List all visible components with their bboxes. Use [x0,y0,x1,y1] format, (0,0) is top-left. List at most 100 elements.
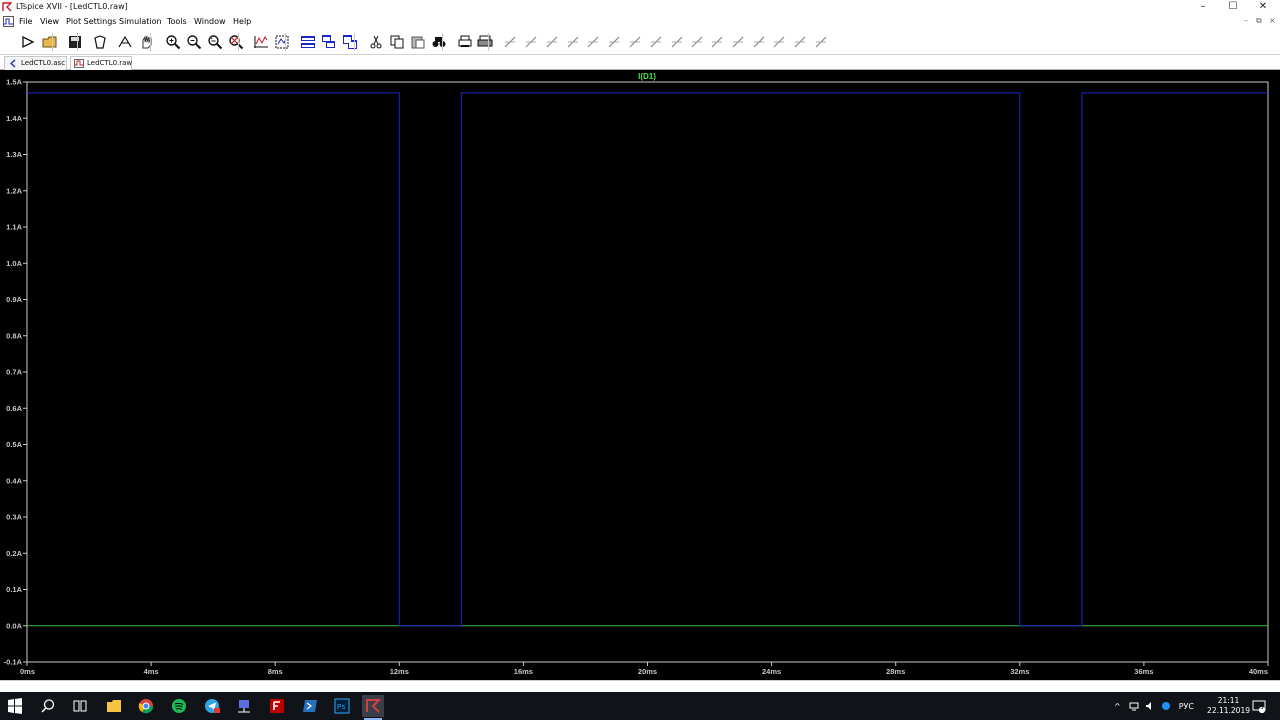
cascade-icon [275,35,289,49]
mirror-button[interactable] [769,32,789,52]
action-center-icon[interactable]: 5 [1252,698,1268,714]
ground-button[interactable] [521,32,541,52]
menu-file[interactable]: File [19,17,32,26]
menu-window[interactable]: Window [194,17,226,26]
tile-vertical-button[interactable] [319,32,339,52]
x-tick-label: 0ms [20,667,35,676]
x-tick-label: 8ms [268,667,283,676]
print-preview-button[interactable] [455,32,475,52]
pan-hand-button[interactable] [137,32,157,52]
print-button[interactable] [475,32,495,52]
taskbar-powershell[interactable] [299,695,321,717]
wire-button[interactable] [500,32,520,52]
autorange-button[interactable] [251,32,271,52]
clock[interactable]: 21:11 22.11.2019 [1207,696,1250,716]
filezilla-icon [270,699,284,713]
x-tick-label: 28ms [886,667,905,676]
minimize-button[interactable]: – [1188,0,1218,15]
language-indicator[interactable]: РУС [1179,702,1194,711]
run-button[interactable] [18,32,38,52]
toolbar-separator [150,33,151,51]
taskbar-task-view[interactable] [69,695,91,717]
mdi-close-button[interactable]: × [1269,16,1276,25]
y-tick-label: 0.6A [6,404,22,413]
drag-button[interactable] [687,32,707,52]
y-tick-label: 0.8A [6,331,22,340]
maximize-button[interactable]: ☐ [1218,0,1248,15]
menu-view[interactable]: View [40,17,59,26]
mdi-restore-button[interactable]: ⧉ [1256,16,1262,26]
inductor-icon [608,36,620,48]
x-tick-label: 40ms [1249,667,1268,676]
find-button[interactable] [429,32,449,52]
diode-button[interactable] [625,32,645,52]
photoshop-icon: Ps [334,698,350,714]
taskbar-photoshop[interactable]: Ps [331,695,353,717]
onedrive-icon[interactable] [1161,701,1171,711]
copy-button[interactable] [387,32,407,52]
volume-icon[interactable] [1145,701,1155,711]
text-button[interactable] [790,32,810,52]
taskbar-file-explorer[interactable] [103,695,125,717]
taskbar-start[interactable] [4,695,26,717]
move-icon [671,36,683,48]
window-title: LTspice XVII - [LedCTL0.raw] [16,2,128,11]
taskbar-ltspice[interactable] [362,695,384,720]
y-tick-label: 0.4A [6,476,22,485]
find-icon [432,37,446,47]
y-tick-label: -0.1A [4,658,23,667]
label-net-button[interactable] [542,32,562,52]
taskbar-network-app[interactable] [233,695,255,717]
component-button[interactable] [646,32,666,52]
trace-i-d1[interactable] [27,92,1268,627]
save-button[interactable] [65,32,85,52]
spice-directive-button[interactable] [811,32,831,52]
menu-help[interactable]: Help [233,17,251,26]
copy-icon [390,35,404,49]
waveform-chart[interactable]: I(D1) 1.5A 1.4A 1.3A 1.2A 1.1A 1.0A 0.9A 0.8A 0.… [0,70,1280,680]
mdi-minimize-button[interactable]: – [1244,16,1248,25]
trace-label-i-d1[interactable]: I(D1) [638,72,656,81]
tab-ledctl0-raw[interactable]: LedCTL0.raw [70,56,132,70]
cascade-button[interactable] [272,32,292,52]
x-tick-label: 20ms [638,667,657,676]
cut-button[interactable] [366,32,386,52]
tile-horizontal-button[interactable] [298,32,318,52]
zoom-back-button[interactable] [205,32,225,52]
zoom-in-button[interactable] [163,32,183,52]
redo-button[interactable] [728,32,748,52]
control-panel-button[interactable] [90,32,110,52]
taskbar-filezilla[interactable] [266,695,288,717]
taskbar-telegram[interactable] [201,695,223,717]
toolbar-separator [238,33,239,51]
inductor-button[interactable] [604,32,624,52]
clock-time: 21:11 [1217,696,1240,705]
tray-chevron-icon[interactable]: ^ [1114,702,1121,711]
zoom-fit-button[interactable] [226,32,246,52]
menu-tools[interactable]: Tools [167,17,187,26]
rotate-button[interactable] [749,32,769,52]
toolbar-separator [354,33,355,51]
taskbar-spotify[interactable] [168,695,190,717]
zoom-out-button[interactable] [184,32,204,52]
waveform-plot-pane[interactable]: I(D1) 1.5A 1.4A 1.3A 1.2A 1.1A 1.0A 0.9A 0.8A 0.… [0,70,1280,680]
close-window-button[interactable] [340,32,360,52]
capacitor-icon [587,36,599,48]
powershell-icon [303,700,317,712]
windows-taskbar: ^ РУС 21:11 22.11.2019 5 Ps [0,692,1280,720]
open-button[interactable] [40,32,60,52]
network-icon[interactable] [1129,701,1139,711]
capacitor-button[interactable] [583,32,603,52]
halt-button[interactable] [115,32,135,52]
tab-ledctl0-asc[interactable]: LedCTL0.asc [4,56,67,70]
menu-simulation[interactable]: Simulation [119,17,162,26]
menu-plot-settings[interactable]: Plot Settings [66,17,116,26]
move-button[interactable] [667,32,687,52]
taskbar-chrome[interactable] [135,695,157,717]
taskbar-search[interactable] [37,695,59,717]
undo-button[interactable] [707,32,727,52]
resistor-button[interactable] [563,32,583,52]
run-icon [22,35,35,49]
paste-button[interactable] [408,32,428,52]
close-button[interactable]: ✕ [1248,0,1278,15]
